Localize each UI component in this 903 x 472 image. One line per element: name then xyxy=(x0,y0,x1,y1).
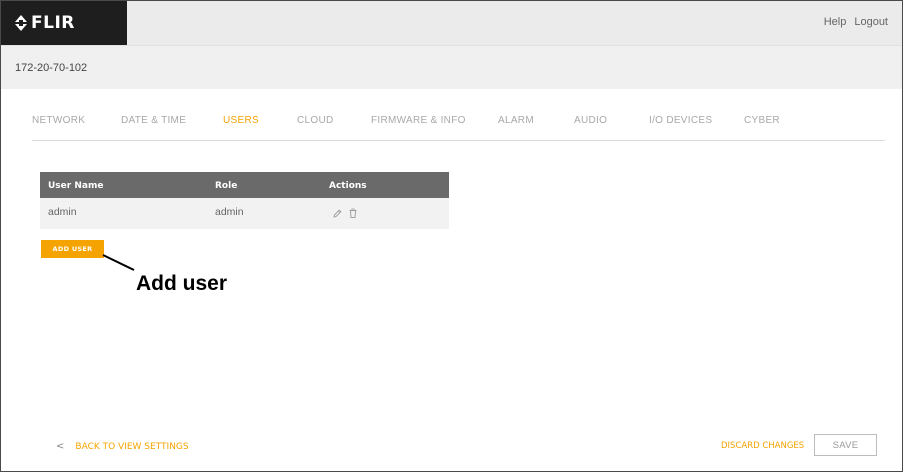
add-user-button[interactable]: ADD USER xyxy=(41,240,104,258)
column-header-actions: Actions xyxy=(329,181,367,191)
device-name: 172-20-70-102 xyxy=(15,62,88,74)
top-links: Help Logout xyxy=(824,16,888,28)
settings-tabs: NETWORK DATE & TIME USERS CLOUD FIRMWARE… xyxy=(32,115,885,141)
delete-icon[interactable] xyxy=(348,208,358,219)
save-button[interactable]: SAVE xyxy=(814,434,877,456)
top-bar: FLIR Help Logout xyxy=(1,1,902,45)
role-cell: admin xyxy=(215,206,244,218)
tab-audio[interactable]: AUDIO xyxy=(574,115,607,126)
tab-alarm[interactable]: ALARM xyxy=(498,115,534,126)
tab-users[interactable]: USERS xyxy=(223,115,259,126)
tab-cloud[interactable]: CLOUD xyxy=(297,115,334,126)
chevron-left-icon: < xyxy=(56,441,65,452)
logo-text: FLIR xyxy=(31,13,75,33)
app-window: FLIR Help Logout 172-20-70-102 NETWORK D… xyxy=(0,0,903,472)
tab-io-devices[interactable]: I/O DEVICES xyxy=(649,115,712,126)
tab-date-time[interactable]: DATE & TIME xyxy=(121,115,186,126)
tab-cyber[interactable]: CYBER xyxy=(744,115,780,126)
user-name-cell: admin xyxy=(48,206,77,218)
device-bar: 172-20-70-102 xyxy=(1,45,902,89)
help-link[interactable]: Help xyxy=(824,16,847,28)
flir-logo-icon xyxy=(14,14,28,32)
tab-network[interactable]: NETWORK xyxy=(32,115,85,126)
callout-pointer xyxy=(102,254,135,271)
callout-label: Add user xyxy=(136,272,228,295)
flir-logo[interactable]: FLIR xyxy=(1,1,127,45)
table-header: User Name Role Actions xyxy=(40,172,449,198)
back-link-label: BACK TO VIEW SETTINGS xyxy=(75,441,189,452)
column-header-role: Role xyxy=(215,181,238,191)
back-to-view-settings-link[interactable]: < BACK TO VIEW SETTINGS xyxy=(56,441,189,452)
edit-icon[interactable] xyxy=(332,208,342,219)
users-table: User Name Role Actions admin admin xyxy=(40,172,449,229)
column-header-user-name: User Name xyxy=(48,181,104,191)
table-row: admin admin xyxy=(40,198,449,229)
logout-link[interactable]: Logout xyxy=(854,16,888,28)
discard-changes-button[interactable]: DISCARD CHANGES xyxy=(721,441,804,451)
tab-firmware-info[interactable]: FIRMWARE & INFO xyxy=(371,115,466,126)
